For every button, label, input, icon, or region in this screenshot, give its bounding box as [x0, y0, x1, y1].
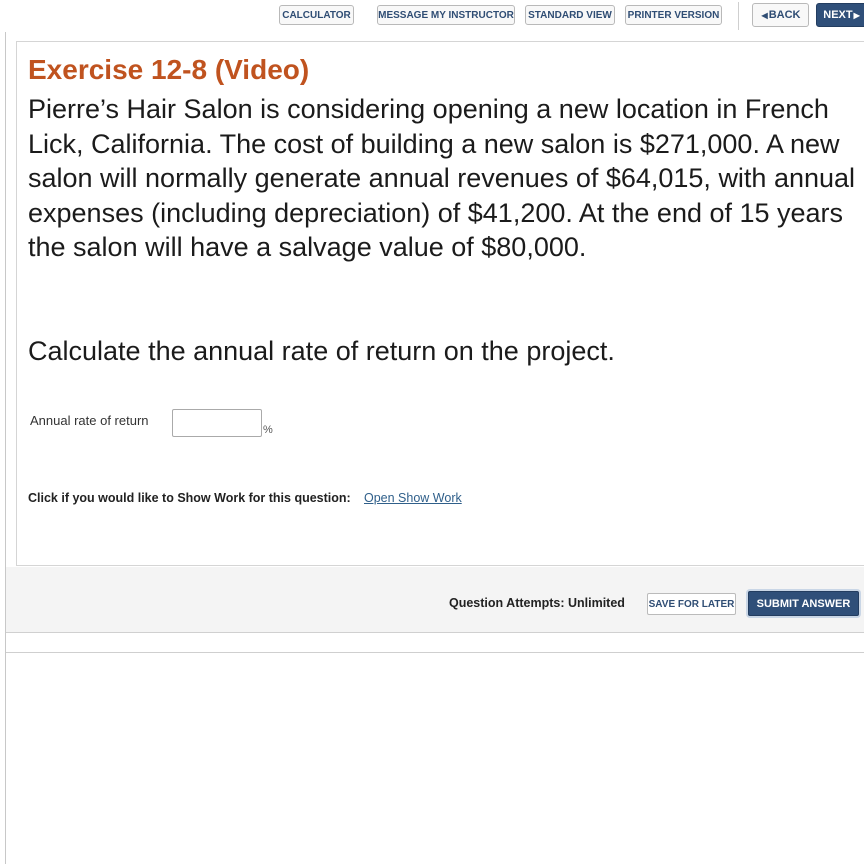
annual-rate-label: Annual rate of return — [30, 413, 149, 428]
next-button[interactable]: NEXT ▶ — [816, 3, 864, 27]
back-label: BACK — [768, 9, 801, 21]
printer-version-label: PRINTER VERSION — [627, 9, 720, 21]
standard-view-label: STANDARD VIEW — [528, 9, 612, 21]
calculator-button[interactable]: CALCULATOR — [279, 5, 354, 25]
show-work-text: Click if you would like to Show Work for… — [28, 491, 351, 505]
question-prompt: Calculate the annual rate of return on t… — [28, 336, 615, 366]
annual-rate-input[interactable] — [172, 409, 262, 437]
back-arrow-icon: ◀ — [761, 10, 768, 20]
question-text: Pierre’s Hair Salon is considering openi… — [28, 94, 856, 262]
standard-view-button[interactable]: STANDARD VIEW — [525, 5, 615, 25]
message-instructor-button[interactable]: MESSAGE MY INSTRUCTOR — [377, 5, 515, 25]
question-attempts: Question Attempts: Unlimited — [449, 596, 625, 610]
printer-version-button[interactable]: PRINTER VERSION — [625, 5, 722, 25]
lower-divider — [6, 652, 864, 653]
save-for-later-button[interactable]: SAVE FOR LATER — [647, 593, 736, 615]
submit-answer-label: SUBMIT ANSWER — [756, 597, 851, 610]
back-button[interactable]: ◀ BACK — [752, 3, 809, 27]
next-label: NEXT — [823, 9, 853, 21]
calculator-label: CALCULATOR — [282, 9, 351, 21]
message-instructor-label: MESSAGE MY INSTRUCTOR — [378, 9, 514, 21]
submit-answer-button[interactable]: SUBMIT ANSWER — [748, 591, 859, 616]
top-toolbar: CALCULATOR MESSAGE MY INSTRUCTOR STANDAR… — [0, 0, 864, 32]
next-arrow-icon: ▶ — [853, 10, 860, 20]
left-border — [5, 32, 6, 864]
open-show-work-link[interactable]: Open Show Work — [364, 491, 462, 505]
exercise-title: Exercise 12-8 (Video) — [28, 54, 310, 85]
percent-unit: % — [263, 424, 273, 436]
save-for-later-label: SAVE FOR LATER — [648, 598, 735, 610]
toolbar-divider — [738, 2, 739, 30]
